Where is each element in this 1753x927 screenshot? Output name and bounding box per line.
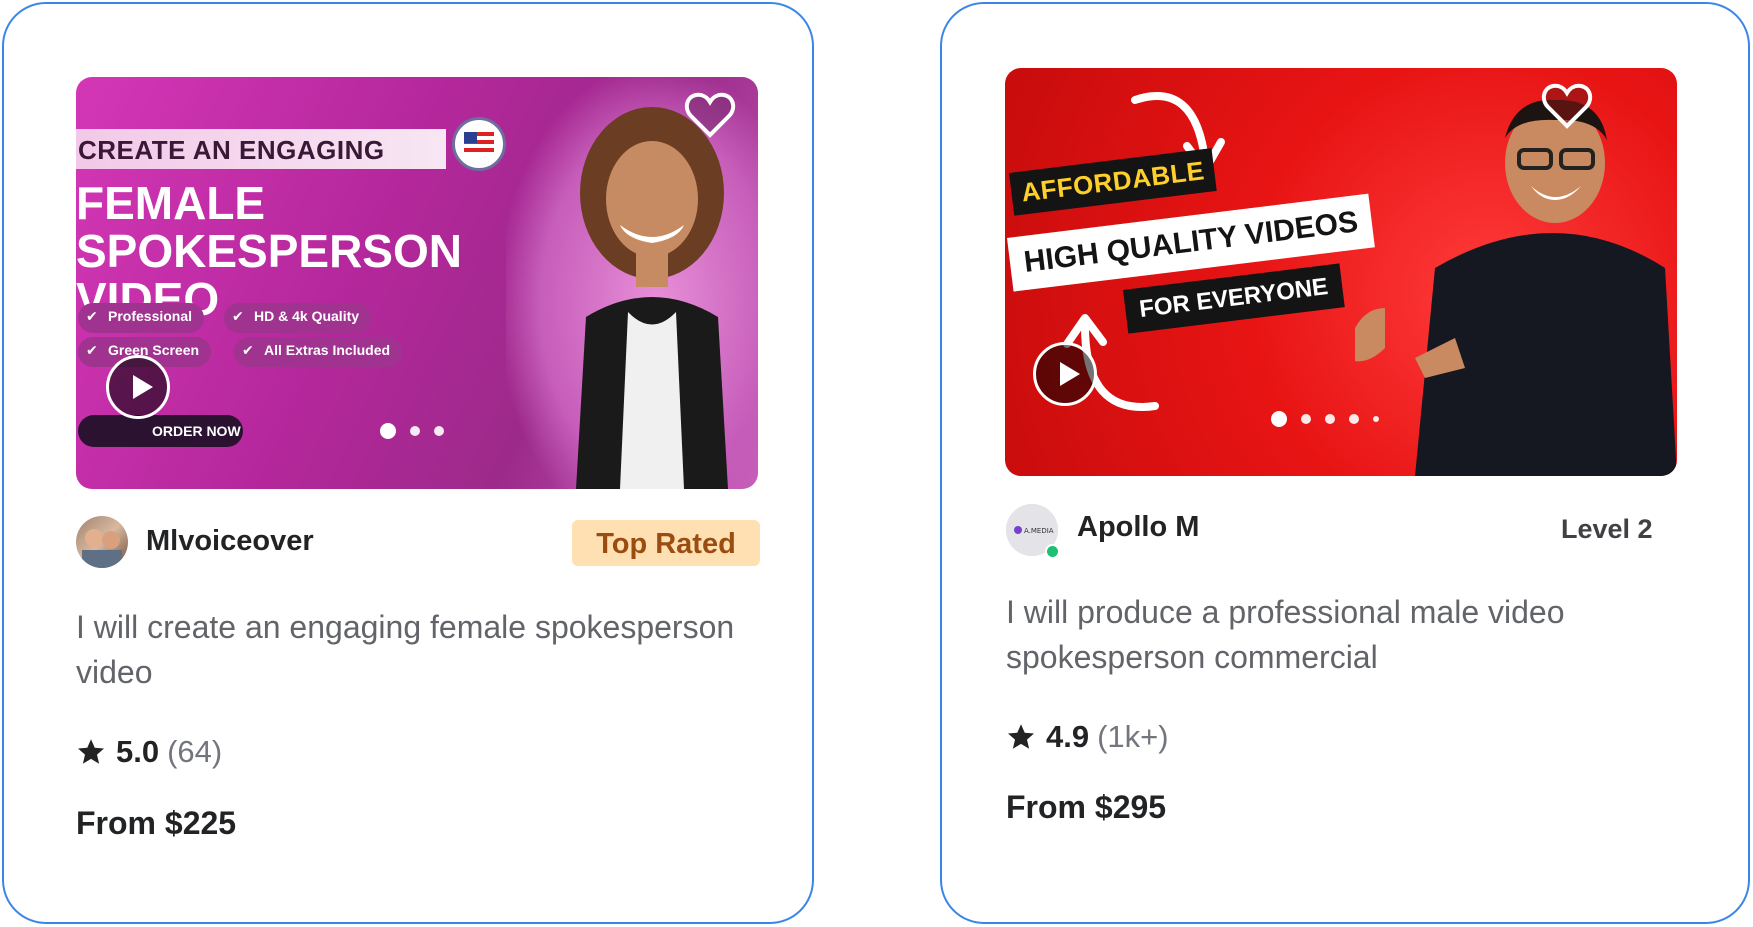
seller-name[interactable]: Apollo M: [1077, 511, 1199, 544]
gig-thumbnail[interactable]: AFFORDABLE HIGH QUALITY VIDEOS FOR EVERY…: [1005, 68, 1677, 476]
avatar-logo-text: A.MEDIA: [1024, 527, 1054, 535]
play-icon[interactable]: [1033, 342, 1097, 406]
feature-pill: HD & 4k Quality: [224, 303, 372, 333]
gig-card[interactable]: AFFORDABLE HIGH QUALITY VIDEOS FOR EVERY…: [940, 2, 1750, 924]
heart-icon[interactable]: [1539, 78, 1595, 134]
gig-title[interactable]: I will produce a professional male video…: [1006, 590, 1686, 680]
gig-card[interactable]: CREATE AN ENGAGING FEMALE SPOKESPERSON V…: [2, 2, 814, 924]
carousel-dot[interactable]: [434, 426, 444, 436]
carousel-dot[interactable]: [1325, 414, 1335, 424]
seller-name[interactable]: Mlvoiceover: [146, 525, 314, 558]
rating-count: (1k+): [1097, 719, 1169, 754]
order-now-label: ORDER NOW: [78, 415, 243, 447]
thumbnail-headline: CREATE AN ENGAGING: [76, 129, 446, 169]
spokesperson-image: [1355, 99, 1677, 476]
gig-price: From $225: [76, 805, 237, 841]
carousel-dots[interactable]: [380, 423, 444, 439]
carousel-dot[interactable]: [1373, 416, 1379, 422]
gig-rating: 5.0 (64): [76, 734, 222, 770]
rating-count: (64): [167, 734, 223, 769]
top-rated-badge: Top Rated: [572, 520, 760, 566]
seller-level: Level 2: [1561, 514, 1653, 544]
star-icon: [1008, 724, 1034, 749]
thumbnail-tag: AFFORDABLE: [1009, 148, 1217, 216]
gig-price: From $295: [1006, 789, 1167, 825]
us-flag-mic-icon: [452, 117, 506, 171]
feature-pill: All Extras Included: [234, 337, 403, 367]
carousel-dot[interactable]: [380, 423, 396, 439]
online-indicator: [1045, 544, 1060, 559]
play-icon[interactable]: [106, 355, 170, 419]
rating-value: 4.9: [1046, 719, 1090, 754]
carousel-dot[interactable]: [410, 426, 420, 436]
star-icon: [78, 739, 104, 764]
feature-pill: Professional: [78, 303, 205, 333]
carousel-dot[interactable]: [1349, 414, 1359, 424]
rating-value: 5.0: [116, 734, 160, 769]
avatar-photo: [82, 529, 122, 568]
carousel-dot[interactable]: [1301, 414, 1311, 424]
spokesperson-image: [576, 107, 728, 489]
seller-avatar[interactable]: [76, 516, 128, 568]
gig-title[interactable]: I will create an engaging female spokesp…: [76, 605, 756, 695]
carousel-dot[interactable]: [1271, 411, 1287, 427]
gig-thumbnail[interactable]: CREATE AN ENGAGING FEMALE SPOKESPERSON V…: [76, 77, 758, 489]
heart-icon[interactable]: [682, 87, 738, 143]
carousel-dots[interactable]: [1271, 411, 1379, 427]
thumbnail-big-text: FEMALE SPOKESPERSON VIDEO: [76, 177, 462, 325]
gig-rating: 4.9 (1k+): [1006, 719, 1169, 755]
